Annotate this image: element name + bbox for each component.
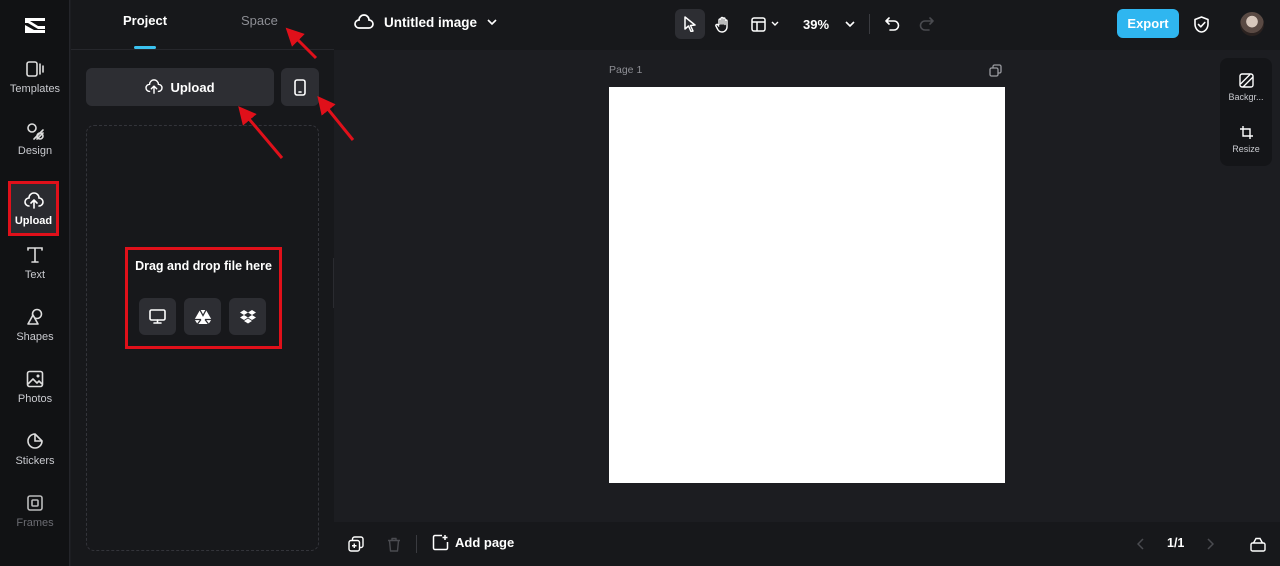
add-page-label: Add page: [455, 535, 515, 550]
previous-page-button[interactable]: [1130, 534, 1150, 554]
rail-label: Frames: [16, 517, 54, 529]
rail-item-stickers[interactable]: Stickers: [0, 420, 70, 478]
pointer-icon: [684, 16, 696, 32]
pages-stack-icon: [1250, 537, 1266, 552]
cloud-sync-icon: [354, 14, 374, 29]
export-button[interactable]: Export: [1117, 9, 1179, 38]
layout-menu-button[interactable]: [746, 9, 784, 39]
drop-sources-box: Drag and drop file here: [125, 247, 282, 349]
undo-button[interactable]: [880, 9, 904, 39]
document-title-menu[interactable]: Untitled image: [354, 14, 497, 30]
rail-item-design[interactable]: Design: [0, 110, 70, 168]
shield-check-icon: [1193, 15, 1209, 33]
shapes-icon: [27, 308, 43, 325]
panel-tabs: Project Space: [71, 0, 334, 50]
rail-item-frames[interactable]: Frames: [0, 482, 70, 540]
computer-icon: [149, 309, 166, 324]
chevron-down-icon: [845, 20, 855, 27]
upload-button-label: Upload: [170, 79, 215, 95]
trash-icon: [388, 537, 400, 552]
duplicate-page-button[interactable]: [346, 534, 366, 554]
chevron-left-icon: [1136, 538, 1144, 550]
upload-panel: Project Space Upload Drag and drop file …: [71, 0, 334, 566]
page-label: Page 1: [609, 64, 643, 76]
undo-icon: [884, 17, 899, 31]
chevron-down-icon: [771, 21, 779, 26]
hand-tool-button[interactable]: [708, 9, 738, 39]
rail-label: Photos: [17, 393, 53, 405]
rail-label: Shapes: [16, 331, 54, 343]
google-drive-icon: [194, 309, 211, 324]
rail-item-upload[interactable]: Upload: [8, 181, 59, 236]
drop-title: Drag and drop file here: [135, 259, 272, 273]
user-avatar[interactable]: [1240, 12, 1264, 36]
delete-page-button[interactable]: [384, 534, 404, 554]
chevron-right-icon: [1206, 538, 1214, 550]
zoom-menu-button[interactable]: 39%: [796, 9, 862, 39]
resize-icon: [1239, 125, 1253, 139]
layout-icon: [751, 16, 766, 32]
tab-space[interactable]: Space: [241, 13, 278, 28]
rail-item-text[interactable]: Text: [0, 234, 70, 292]
frames-icon: [27, 495, 43, 511]
tab-project[interactable]: Project: [123, 13, 167, 28]
capcut-logo-icon[interactable]: [22, 11, 48, 37]
upload-cloud-icon: [145, 79, 164, 94]
add-page-icon: [432, 534, 449, 551]
chevron-down-icon: [487, 18, 497, 25]
upload-cloud-icon: [23, 191, 44, 209]
upload-button[interactable]: Upload: [86, 68, 274, 106]
duplicate-page-icon[interactable]: [989, 64, 1002, 77]
resize-button[interactable]: Resize: [1220, 114, 1272, 164]
bottom-bar: Add page 1/1: [334, 522, 1280, 566]
zoom-level: 39%: [802, 16, 830, 32]
security-shield-button[interactable]: [1190, 9, 1212, 39]
toolbar-divider: [869, 14, 870, 34]
upload-from-phone-button[interactable]: [281, 68, 319, 106]
upload-from-dropbox-button[interactable]: [229, 298, 266, 335]
rail-label: Text: [24, 269, 46, 281]
rail-label: Templates: [9, 83, 61, 95]
page-overview-button[interactable]: [1248, 534, 1268, 554]
upload-from-google-drive-button[interactable]: [184, 298, 221, 335]
design-icon: [27, 123, 44, 140]
active-tab-indicator: [134, 46, 156, 49]
canvas-workspace[interactable]: Page 1 Backgr... Resize: [334, 50, 1280, 522]
background-icon: [1238, 72, 1254, 88]
left-rail: Templates Design Upload Text Shapes Phot…: [0, 0, 70, 566]
page-counter: 1/1: [1167, 536, 1185, 550]
rail-item-photos[interactable]: Photos: [0, 358, 70, 416]
canvas-side-panel: Backgr... Resize: [1220, 58, 1272, 166]
redo-icon: [919, 17, 934, 31]
rail-item-templates[interactable]: Templates: [0, 48, 70, 106]
resize-label: Resize: [1232, 143, 1260, 154]
stickers-icon: [27, 433, 43, 449]
templates-icon: [26, 61, 44, 77]
rail-label: Stickers: [15, 455, 55, 467]
text-icon: [27, 247, 43, 263]
phone-icon: [294, 78, 306, 96]
hand-icon: [715, 16, 728, 33]
canvas-page[interactable]: [609, 87, 1005, 483]
next-page-button[interactable]: [1200, 534, 1220, 554]
duplicate-icon: [348, 536, 364, 552]
redo-button[interactable]: [914, 9, 938, 39]
dropbox-icon: [239, 309, 256, 323]
rail-label: Design: [17, 145, 53, 157]
photos-icon: [26, 370, 44, 388]
document-title: Untitled image: [384, 14, 478, 30]
rail-item-shapes[interactable]: Shapes: [0, 296, 70, 354]
rail-label: Upload: [14, 214, 53, 227]
select-tool-button[interactable]: [675, 9, 705, 39]
top-bar: Untitled image 39% Export: [334, 0, 1280, 50]
upload-from-computer-button[interactable]: [139, 298, 176, 335]
background-button[interactable]: Backgr...: [1220, 62, 1272, 112]
bottom-divider: [416, 535, 417, 553]
background-label: Backgr...: [1228, 91, 1264, 102]
add-page-button[interactable]: Add page: [432, 534, 514, 551]
